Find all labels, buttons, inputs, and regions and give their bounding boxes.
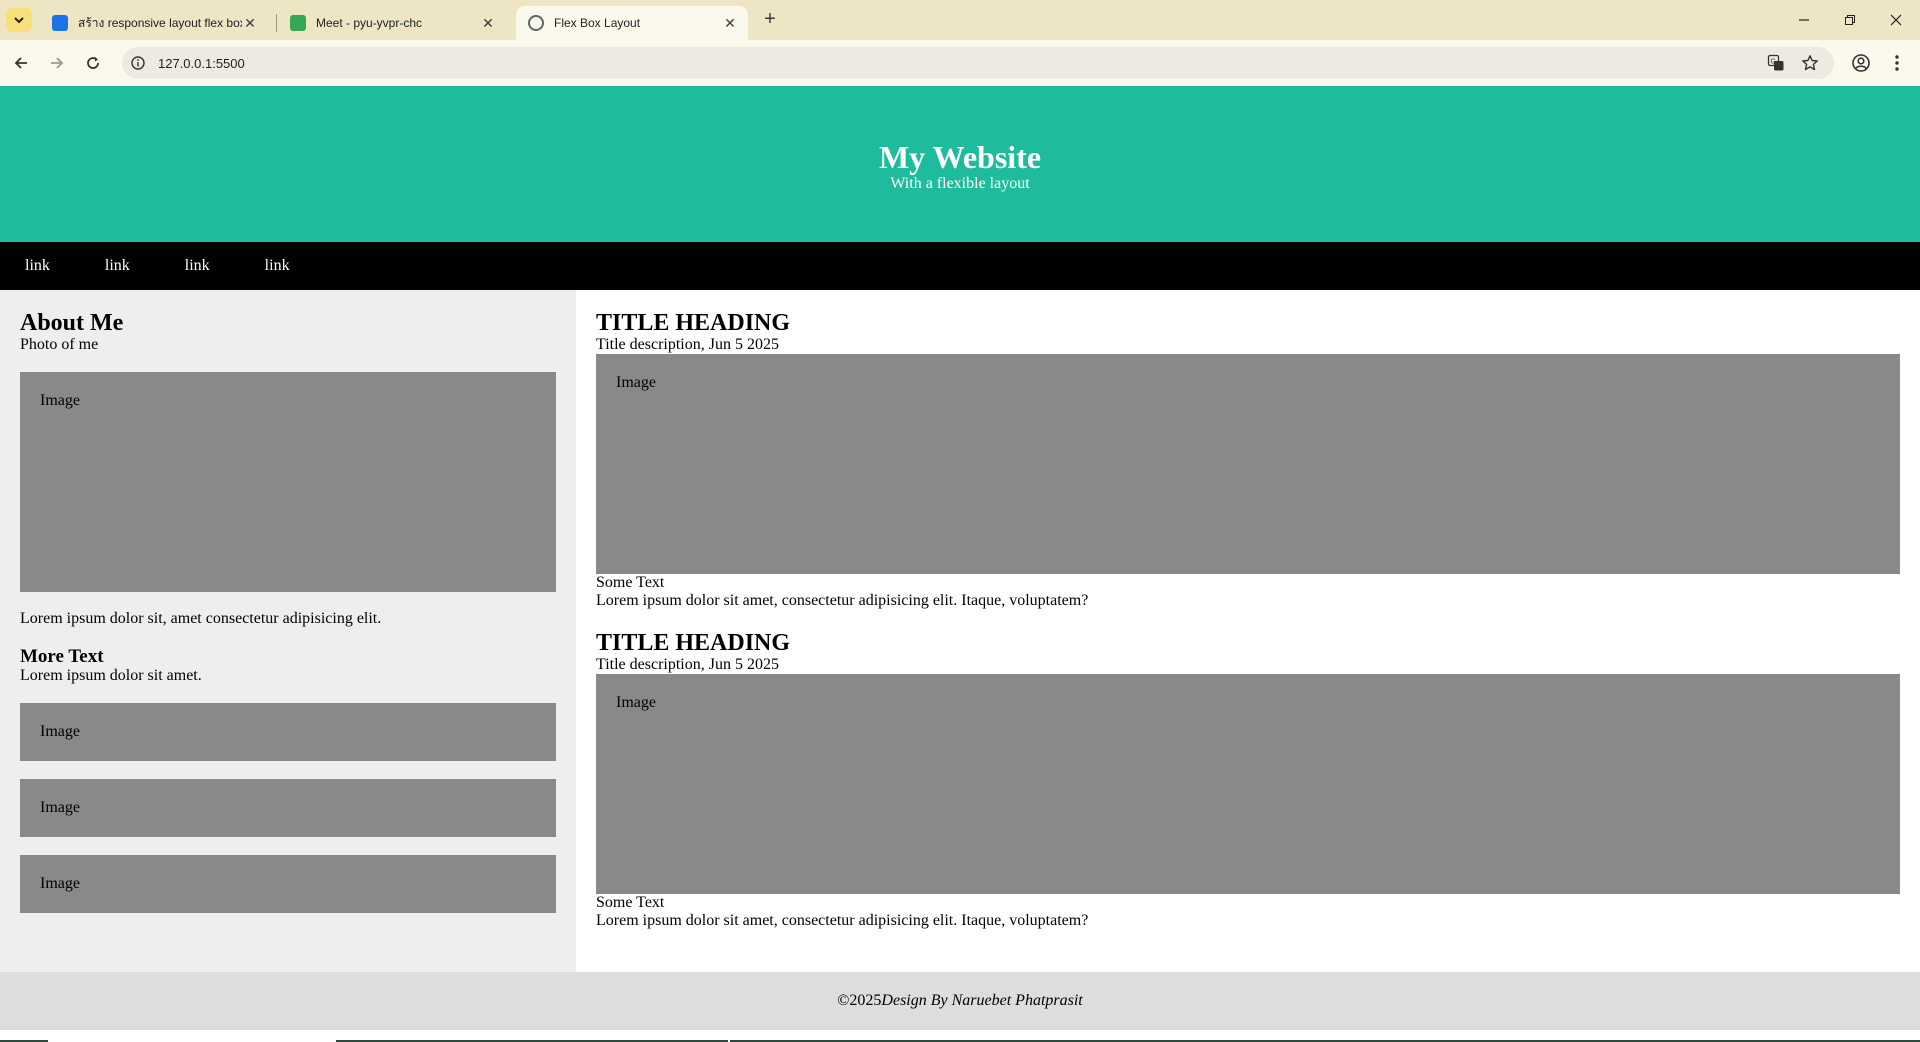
tab-separator	[276, 14, 277, 32]
site-subtitle: With a flexible layout	[890, 175, 1030, 192]
more-text-heading: More Text	[20, 646, 104, 667]
close-window-icon[interactable]	[1884, 8, 1908, 32]
profile-icon[interactable]	[1848, 50, 1874, 76]
footer-copyright: ©2025	[837, 992, 882, 1009]
browser-tab-strip: สร้าง responsive layout flex box ✕ Meet …	[0, 0, 1920, 40]
tab-meet[interactable]: Meet - pyu-yvpr-chc ✕	[278, 6, 506, 40]
forward-icon[interactable]	[44, 50, 70, 76]
small-image-placeholder-3: Image	[20, 855, 556, 913]
site-header: My Website With a flexible layout	[0, 86, 1920, 242]
meet-icon	[290, 15, 306, 31]
image-label: Image	[616, 694, 656, 711]
site-footer: ©2025 Design By Naruebet Phatprasit	[0, 972, 1920, 1030]
sidebar: About Me Photo of me Image Lorem ipsum d…	[0, 290, 576, 972]
photo-caption: Photo of me	[20, 336, 99, 353]
close-icon[interactable]: ✕	[480, 15, 496, 31]
main-content: TITLE HEADING Title description, Jun 5 2…	[576, 290, 1920, 972]
bookmark-star-icon[interactable]	[1800, 53, 1820, 73]
classroom-icon	[52, 15, 68, 31]
image-label: Image	[40, 875, 80, 892]
site-title: My Website	[878, 139, 1042, 175]
nav-link-3[interactable]: link	[185, 257, 210, 275]
tab-responsive-layout[interactable]: สร้าง responsive layout flex box ✕	[40, 6, 268, 40]
restore-icon[interactable]	[1838, 8, 1862, 32]
content-row: About Me Photo of me Image Lorem ipsum d…	[0, 290, 1920, 972]
svg-text:G: G	[1771, 59, 1776, 66]
small-image-placeholder-2: Image	[20, 779, 556, 837]
post-description: Title description, Jun 5 2025	[596, 336, 779, 353]
site-navbar: link link link link	[0, 242, 1920, 290]
post-image-placeholder: Image	[596, 674, 1900, 894]
post-heading: TITLE HEADING	[596, 310, 791, 336]
url-text[interactable]: 127.0.0.1:5500	[158, 56, 245, 71]
post-1: TITLE HEADING Title description, Jun 5 2…	[596, 310, 1900, 610]
post-description: Title description, Jun 5 2025	[596, 656, 779, 673]
chevron-down-icon	[14, 17, 24, 24]
small-image-placeholder-1: Image	[20, 703, 556, 761]
post-2: TITLE HEADING Title description, Jun 5 2…	[596, 630, 1900, 930]
tab-title: Meet - pyu-yvpr-chc	[316, 16, 423, 30]
close-icon[interactable]: ✕	[242, 15, 258, 31]
nav-link-2[interactable]: link	[105, 257, 130, 275]
tab-title: สร้าง responsive layout flex box	[78, 15, 242, 30]
browser-toolbar: 127.0.0.1:5500 G	[0, 40, 1920, 86]
tab-title: Flex Box Layout	[554, 16, 641, 30]
translate-icon[interactable]: G	[1766, 53, 1786, 73]
profile-image-placeholder: Image	[20, 372, 556, 592]
more-text: Lorem ipsum dolor sit amet.	[20, 667, 202, 684]
image-label: Image	[40, 723, 80, 740]
post-image-placeholder: Image	[596, 354, 1900, 574]
post-heading: TITLE HEADING	[596, 630, 791, 656]
image-label: Image	[40, 392, 80, 409]
post-body: Lorem ipsum dolor sit amet, consectetur …	[596, 912, 1089, 929]
page-viewport: My Website With a flexible layout link l…	[0, 86, 1920, 1042]
tab-search-button[interactable]	[6, 8, 32, 32]
site-info-icon[interactable]	[128, 53, 148, 73]
page-bottom	[0, 1030, 1920, 1042]
nav-link-1[interactable]: link	[25, 257, 50, 275]
about-heading: About Me	[20, 310, 124, 336]
post-body: Lorem ipsum dolor sit amet, consectetur …	[596, 592, 1089, 609]
image-label: Image	[616, 374, 656, 391]
post-some-text: Some Text	[596, 574, 665, 591]
close-icon[interactable]: ✕	[722, 15, 738, 31]
back-icon[interactable]	[8, 50, 34, 76]
post-some-text: Some Text	[596, 894, 665, 911]
about-text: Lorem ipsum dolor sit, amet consectetur …	[20, 610, 382, 627]
image-label: Image	[40, 799, 80, 816]
address-bar[interactable]: 127.0.0.1:5500 G	[122, 47, 1834, 79]
tab-flex-box-layout[interactable]: Flex Box Layout ✕	[516, 6, 748, 40]
new-tab-button[interactable]: +	[760, 9, 780, 30]
menu-kebab-icon[interactable]	[1884, 50, 1910, 76]
reload-icon[interactable]	[80, 50, 106, 76]
footer-credit: Design By Naruebet Phatprasit	[881, 992, 1083, 1009]
nav-link-4[interactable]: link	[265, 257, 290, 275]
minimize-icon[interactable]	[1792, 8, 1816, 32]
globe-icon	[528, 15, 544, 31]
